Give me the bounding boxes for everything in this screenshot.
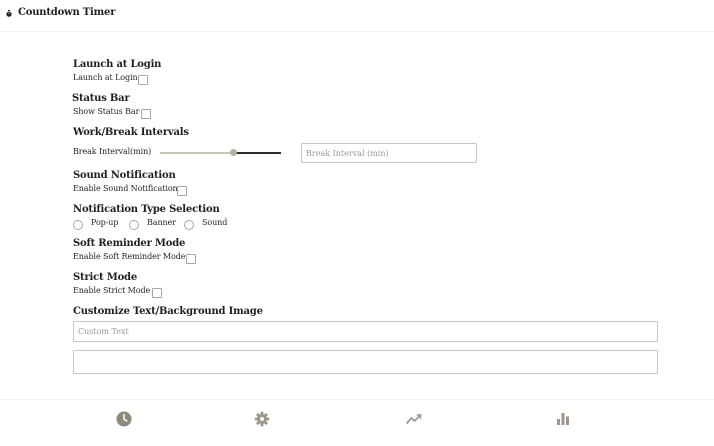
- clock-icon[interactable]: [115, 410, 133, 428]
- bottom-nav: [0, 399, 714, 446]
- banner-radio-label: Banner: [147, 218, 176, 227]
- app-title: Countdown Timer: [18, 7, 116, 18]
- gear-icon[interactable]: [253, 410, 271, 428]
- break-interval-input[interactable]: [301, 143, 477, 163]
- sound-notification-label: Enable Sound Notification: [73, 184, 178, 193]
- background-image-input[interactable]: [73, 350, 658, 374]
- sound-notification-checkbox[interactable]: [177, 186, 187, 196]
- custom-text-input[interactable]: [73, 321, 658, 342]
- timer-icon: [6, 10, 12, 17]
- status-bar-label: Show Status Bar: [73, 107, 140, 116]
- slider-thumb[interactable]: [230, 149, 237, 156]
- soft-reminder-checkbox[interactable]: [186, 254, 196, 264]
- strict-mode-checkbox[interactable]: [152, 288, 162, 298]
- slider-track: [160, 152, 233, 154]
- work-break-intervals-title: Work/Break Intervals: [73, 127, 189, 138]
- strict-mode-title: Strict Mode: [73, 272, 137, 283]
- status-bar-checkbox[interactable]: [141, 109, 151, 119]
- popup-radio-label: Pop-up: [91, 218, 119, 227]
- title-bar: Countdown Timer: [0, 0, 714, 32]
- banner-radio[interactable]: [129, 220, 139, 230]
- trend-line-icon[interactable]: [405, 410, 423, 428]
- soft-reminder-label: Enable Soft Reminder Mode: [73, 252, 186, 261]
- notification-type-title: Notification Type Selection: [73, 204, 220, 215]
- break-interval-slider[interactable]: [160, 148, 281, 158]
- launch-at-login-title: Launch at Login: [73, 59, 162, 70]
- break-interval-label: Break Interval(min): [73, 147, 152, 156]
- sound-notification-title: Sound Notification: [73, 170, 176, 181]
- soft-reminder-title: Soft Reminder Mode: [73, 238, 186, 249]
- customize-title: Customize Text/Background Image: [73, 306, 263, 317]
- status-bar-title: Status Bar: [72, 93, 130, 104]
- bar-chart-icon[interactable]: [554, 410, 572, 428]
- sound-radio[interactable]: [184, 220, 194, 230]
- popup-radio[interactable]: [73, 220, 83, 230]
- slider-fill: [233, 152, 281, 154]
- launch-at-login-label: Launch at Login: [73, 73, 138, 82]
- launch-at-login-checkbox[interactable]: [138, 75, 148, 85]
- strict-mode-label: Enable Strict Mode: [73, 286, 151, 295]
- sound-radio-label: Sound: [202, 218, 228, 227]
